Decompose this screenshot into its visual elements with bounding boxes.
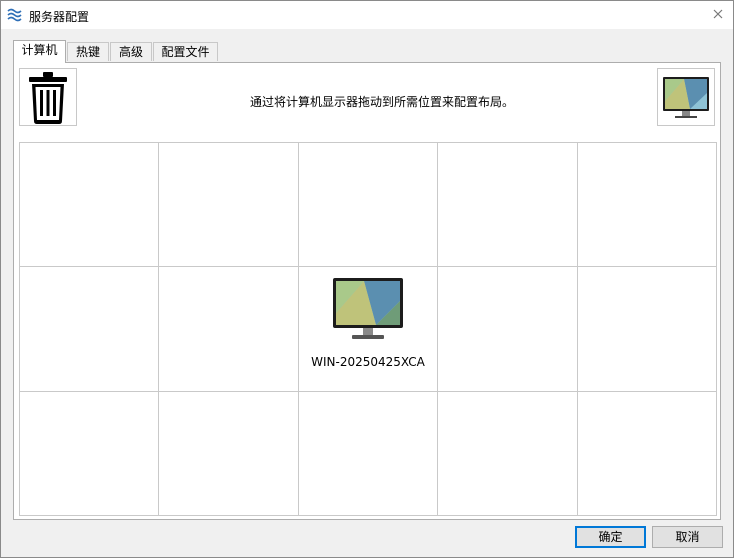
trash-icon xyxy=(29,72,67,124)
grid-cell[interactable] xyxy=(577,391,717,516)
tab-hotkeys[interactable]: 热键 xyxy=(67,42,109,61)
computer-name-label: WIN-20250425XCA xyxy=(311,355,425,370)
ok-button[interactable]: 确定 xyxy=(575,526,646,548)
monitor-icon xyxy=(663,77,709,118)
close-icon[interactable] xyxy=(709,5,727,23)
grid-cell[interactable] xyxy=(438,391,578,516)
grid-cell[interactable] xyxy=(298,391,439,516)
monitor-icon xyxy=(332,278,403,340)
computer-screen-item[interactable]: WIN-20250425XCA xyxy=(299,277,437,369)
grid-cell[interactable] xyxy=(577,267,717,392)
computer-layout-panel: 通过将计算机显示器拖动到所需位置来配置布局。 WIN-20250425XCA xyxy=(13,62,721,520)
tab-computer[interactable]: 计算机 xyxy=(13,40,66,63)
tab-advanced[interactable]: 高级 xyxy=(110,42,152,61)
layout-hint-text: 通过将计算机显示器拖动到所需位置来配置布局。 xyxy=(250,95,515,109)
title-bar[interactable]: 服务器配置 xyxy=(1,1,733,29)
window-title: 服务器配置 xyxy=(29,10,90,24)
screen-layout-grid: WIN-20250425XCA xyxy=(19,142,717,516)
grid-cell[interactable] xyxy=(159,267,299,392)
trash-drop-zone[interactable] xyxy=(19,68,77,126)
server-config-window: 服务器配置 计算机 热键 高级 配置文件 通过将计算机显示器拖动到所需位置来配置… xyxy=(0,0,734,558)
grid-cell[interactable] xyxy=(438,267,578,392)
grid-cell[interactable] xyxy=(438,143,578,268)
app-waves-icon xyxy=(7,8,22,22)
grid-cell[interactable] xyxy=(159,143,299,268)
grid-cell[interactable] xyxy=(20,391,160,516)
grid-cell[interactable] xyxy=(20,143,160,268)
grid-cell[interactable] xyxy=(159,391,299,516)
grid-cell[interactable] xyxy=(577,143,717,268)
grid-cell[interactable] xyxy=(20,267,160,392)
grid-cell[interactable] xyxy=(298,143,439,268)
cancel-button[interactable]: 取消 xyxy=(652,526,723,548)
tab-profiles[interactable]: 配置文件 xyxy=(153,42,218,61)
grid-cell-center[interactable]: WIN-20250425XCA xyxy=(298,267,439,392)
new-computer-source[interactable] xyxy=(657,68,715,126)
